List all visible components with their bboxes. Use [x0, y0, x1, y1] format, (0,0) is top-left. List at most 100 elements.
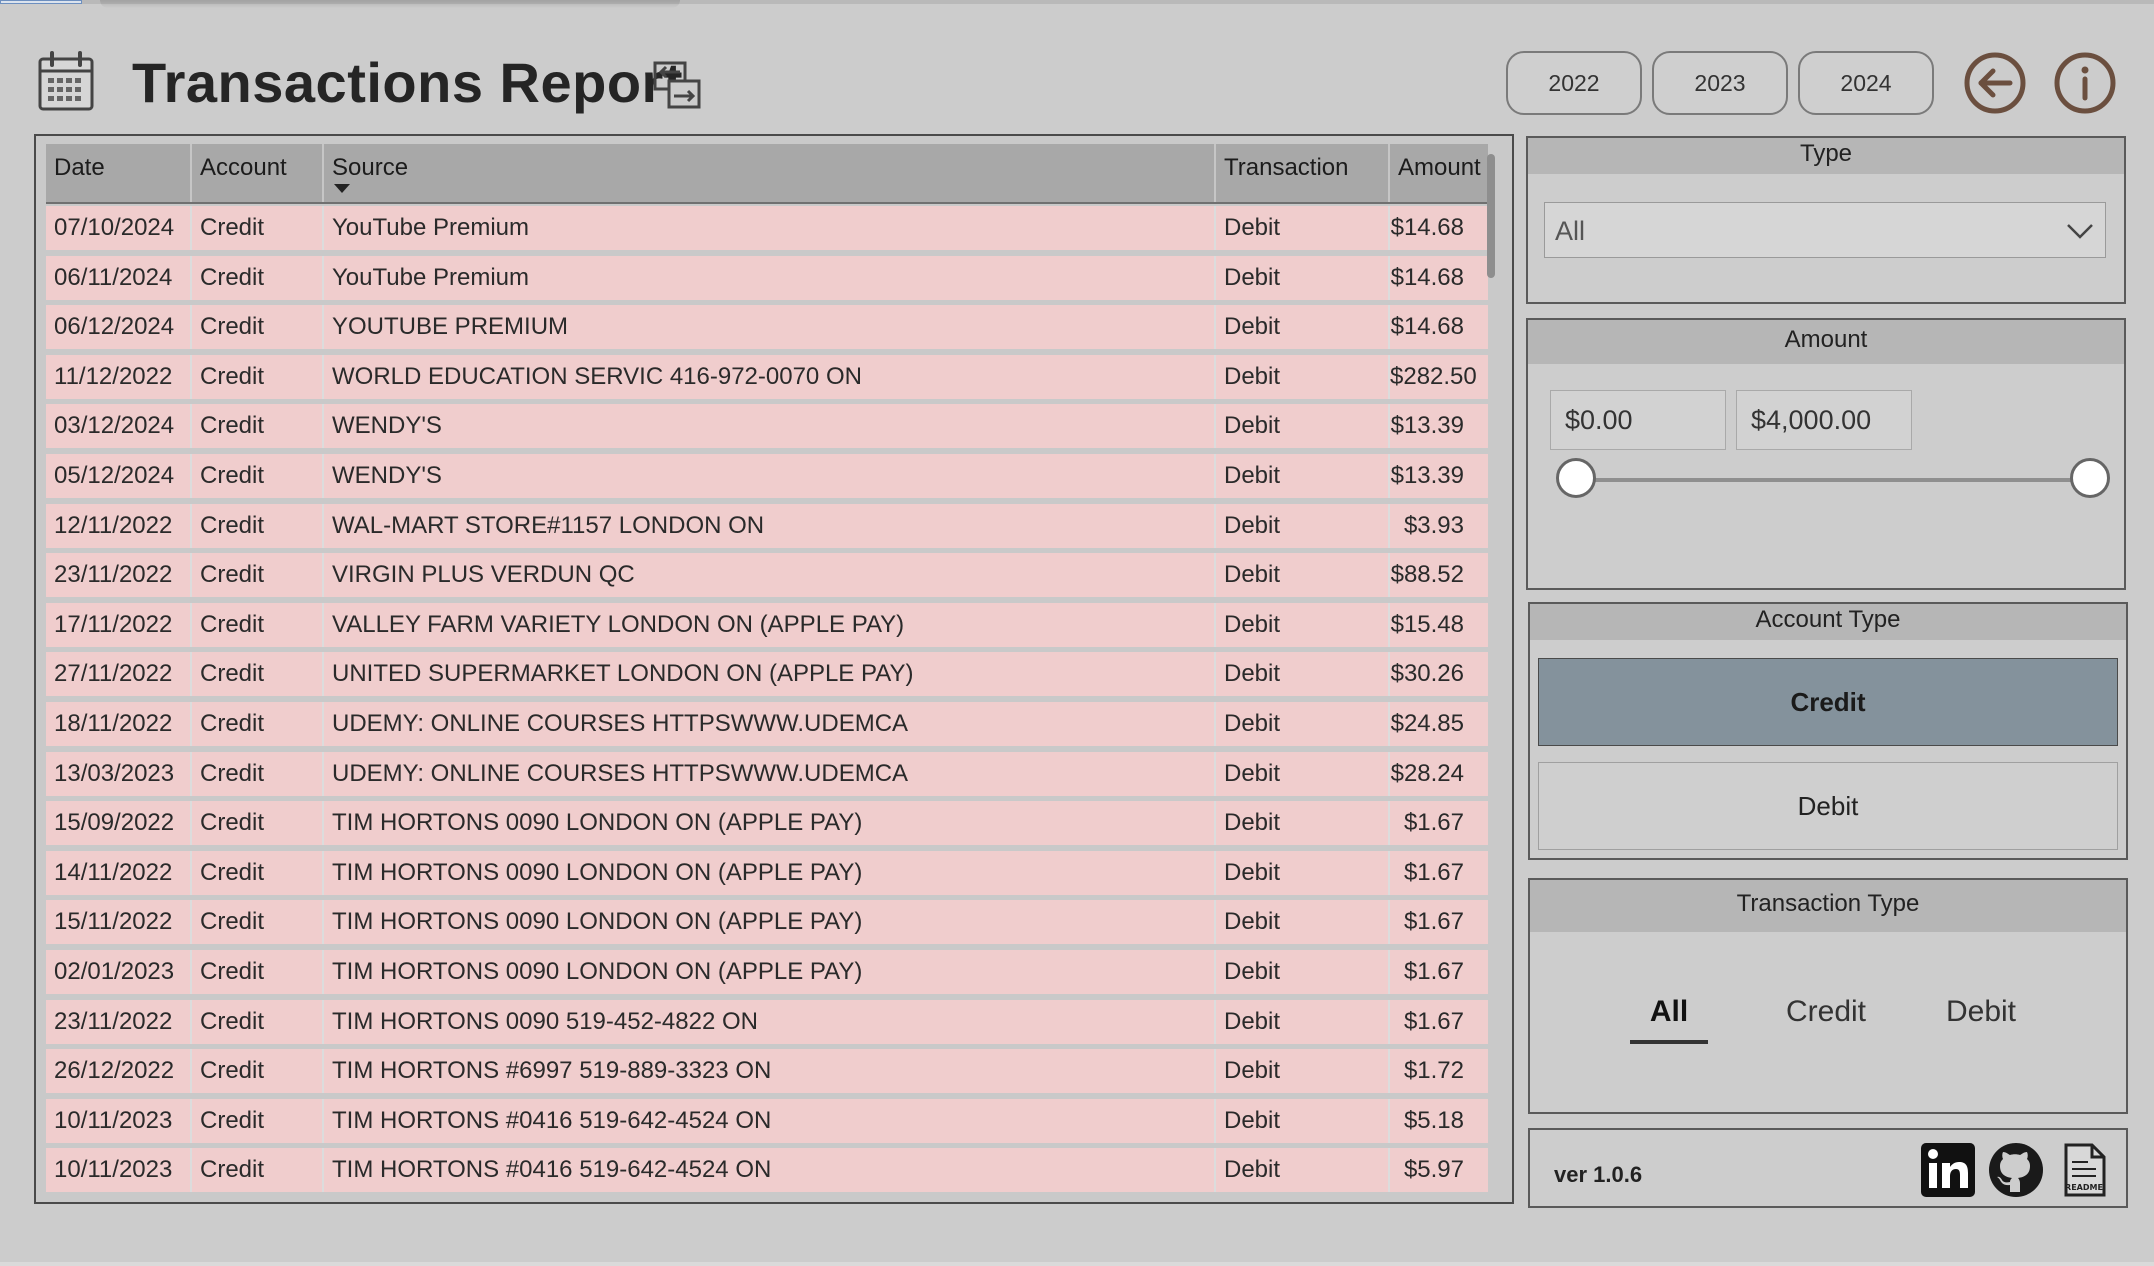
swap-view-icon[interactable]	[652, 60, 702, 110]
table-row[interactable]: 13/03/2023 Credit UDEMY: ONLINE COURSES HT…	[46, 751, 1488, 796]
amount-filter-panel: Amount $0.00 $4,000.00	[1526, 318, 2126, 590]
table-row[interactable]: 02/01/2023 Credit TIM HORTONS 0090 LONDON …	[46, 950, 1488, 994]
cell-source: TIM HORTONS 0090 LONDON ON (APPLE PAY)	[324, 950, 1216, 994]
cell-amount: $282.50	[1390, 362, 1477, 390]
table-row[interactable]: 10/11/2023 Credit TIM HORTONS #0416 519-64…	[46, 1098, 1488, 1143]
chevron-down-icon	[2067, 224, 2093, 239]
cell-account: Credit	[192, 354, 324, 399]
cell-date: 03/12/2024	[46, 404, 192, 449]
cell-date: 06/12/2024	[46, 305, 192, 350]
cell-date: 05/12/2024	[46, 454, 192, 498]
version-label: ver 1.0.6	[1554, 1162, 1643, 1187]
transaction-type-credit-tab[interactable]: Credit	[1766, 995, 1886, 1029]
cell-amount: $1.67	[1403, 1007, 1464, 1035]
account-type-debit-button[interactable]: Debit	[1538, 762, 2118, 850]
account-type-panel: Account Type Credit Debit	[1528, 602, 2128, 860]
cell-account: Credit	[192, 602, 324, 647]
amount-slider-max-handle[interactable]	[2070, 458, 2110, 498]
cell-source: WORLD EDUCATION SERVIC 416-972-0070 ON	[324, 354, 1216, 399]
amount-min-input[interactable]: $0.00	[1550, 390, 1726, 450]
scrollbar-thumb[interactable]	[1487, 154, 1495, 278]
column-header-transaction[interactable]: Transaction	[1216, 144, 1390, 202]
table-row[interactable]: 12/11/2022 Credit WAL-MART STORE#1157 LOND…	[46, 503, 1488, 548]
column-header-amount[interactable]: Amount	[1390, 144, 1488, 202]
cell-transaction: Debit	[1216, 999, 1390, 1044]
cell-transaction: Debit	[1216, 751, 1390, 796]
top-strip	[0, 0, 2154, 8]
table-row[interactable]: 23/11/2022 Credit VIRGIN PLUS VERDUN QC Deb…	[46, 553, 1488, 598]
cell-account: Credit	[192, 404, 324, 449]
cell-amount: $1.72	[1403, 1057, 1464, 1085]
account-type-credit-button[interactable]: Credit	[1538, 658, 2118, 746]
cell-date: 11/12/2022	[46, 354, 192, 399]
transaction-type-all-tab[interactable]: All	[1630, 995, 1708, 1029]
table-row[interactable]: 06/12/2024 Credit YOUTUBE PREMIUM Debit $14.…	[46, 305, 1488, 350]
cell-account: Credit	[192, 206, 324, 250]
transactions-table: Date Account Source Transaction Amount 0…	[46, 144, 1488, 1196]
github-icon[interactable]	[1988, 1142, 2044, 1198]
cell-date: 17/11/2022	[46, 602, 192, 647]
table-row[interactable]: 11/12/2022 Credit WORLD EDUCATION SERVIC 4…	[46, 354, 1488, 399]
cell-amount: $14.68	[1390, 263, 1464, 291]
cell-transaction: Debit	[1216, 652, 1390, 697]
column-header-source[interactable]: Source	[324, 144, 1216, 202]
cell-transaction: Debit	[1216, 454, 1390, 498]
back-arrow-icon[interactable]	[1964, 52, 2026, 114]
table-row[interactable]: 03/12/2024 Credit WENDY'S Debit $13.39	[46, 404, 1488, 449]
cell-source: TIM HORTONS 0090 LONDON ON (APPLE PAY)	[324, 801, 1216, 846]
cell-transaction: Debit	[1216, 950, 1390, 994]
cell-transaction: Debit	[1216, 1148, 1390, 1193]
table-row[interactable]: 14/11/2022 Credit TIM HORTONS 0090 LONDON …	[46, 850, 1488, 895]
type-dropdown[interactable]: All	[1544, 202, 2106, 258]
table-row[interactable]: 23/11/2022 Credit TIM HORTONS 0090 519-452…	[46, 999, 1488, 1044]
cell-source: TIM HORTONS #6997 519-889-3323 ON	[324, 1049, 1216, 1094]
table-row[interactable]: 15/09/2022 Credit TIM HORTONS 0090 LONDON …	[46, 801, 1488, 846]
table-row[interactable]: 27/11/2022 Credit UNITED SUPERMARKET LONDO…	[46, 652, 1488, 697]
table-row[interactable]: 06/11/2024 Credit YouTube Premium Debit $14.…	[46, 255, 1488, 300]
readme-icon[interactable]: README	[2056, 1142, 2112, 1198]
table-scrollbar[interactable]	[1484, 146, 1498, 1194]
cell-account: Credit	[192, 305, 324, 350]
cell-account: Credit	[192, 900, 324, 945]
table-row[interactable]: 17/11/2022 Credit VALLEY FARM VARIETY LOND…	[46, 602, 1488, 647]
cell-amount: $13.39	[1390, 412, 1464, 440]
transactions-table-panel: Date Account Source Transaction Amount 0…	[34, 134, 1514, 1204]
cell-date: 10/11/2023	[46, 1148, 192, 1193]
cell-source: WENDY'S	[324, 454, 1216, 498]
year-button-2022[interactable]: 2022	[1506, 51, 1642, 115]
sort-descending-icon	[334, 184, 350, 193]
cell-amount: $14.68	[1390, 214, 1464, 241]
cell-amount: $13.39	[1390, 462, 1464, 489]
cell-account: Credit	[192, 255, 324, 300]
year-button-2024[interactable]: 2024	[1798, 51, 1934, 115]
amount-slider-min-handle[interactable]	[1556, 458, 1596, 498]
amount-slider-track[interactable]	[1576, 478, 2090, 482]
table-row[interactable]: 18/11/2022 Credit UDEMY: ONLINE COURSES HT…	[46, 702, 1488, 746]
table-row[interactable]: 07/10/2024 Credit YouTube Premium Debit $14.…	[46, 206, 1488, 250]
cell-date: 14/11/2022	[46, 850, 192, 895]
amount-max-input[interactable]: $4,000.00	[1736, 390, 1912, 450]
year-button-2023[interactable]: 2023	[1652, 51, 1788, 115]
cell-date: 06/11/2024	[46, 255, 192, 300]
column-header-date[interactable]: Date	[46, 144, 192, 202]
table-row[interactable]: 15/11/2022 Credit TIM HORTONS 0090 LONDON …	[46, 900, 1488, 945]
cell-amount: $14.68	[1390, 313, 1464, 341]
type-dropdown-value: All	[1555, 216, 1586, 246]
top-shadow	[100, 0, 680, 8]
cell-source: UNITED SUPERMARKET LONDON ON (APPLE PAY)	[324, 652, 1216, 697]
linkedin-icon[interactable]	[1920, 1142, 1976, 1198]
cell-amount: $28.24	[1390, 759, 1464, 787]
cell-source: TIM HORTONS #0416 519-642-4524 ON	[324, 1148, 1216, 1193]
table-row[interactable]: 26/12/2022 Credit TIM HORTONS #6997 519-88…	[46, 1049, 1488, 1094]
cell-date: 15/11/2022	[46, 900, 192, 945]
info-icon[interactable]	[2054, 52, 2116, 114]
page-tab-indicator[interactable]	[0, 0, 82, 4]
cell-account: Credit	[192, 801, 324, 846]
cell-account: Credit	[192, 702, 324, 746]
cell-transaction: Debit	[1216, 702, 1390, 746]
table-row[interactable]: 10/11/2023 Credit TIM HORTONS #0416 519-64…	[46, 1148, 1488, 1193]
column-header-account[interactable]: Account	[192, 144, 324, 202]
transaction-type-debit-tab[interactable]: Debit	[1926, 995, 2036, 1029]
cell-transaction: Debit	[1216, 305, 1390, 350]
table-row[interactable]: 05/12/2024 Credit WENDY'S Debit $13.39	[46, 454, 1488, 498]
